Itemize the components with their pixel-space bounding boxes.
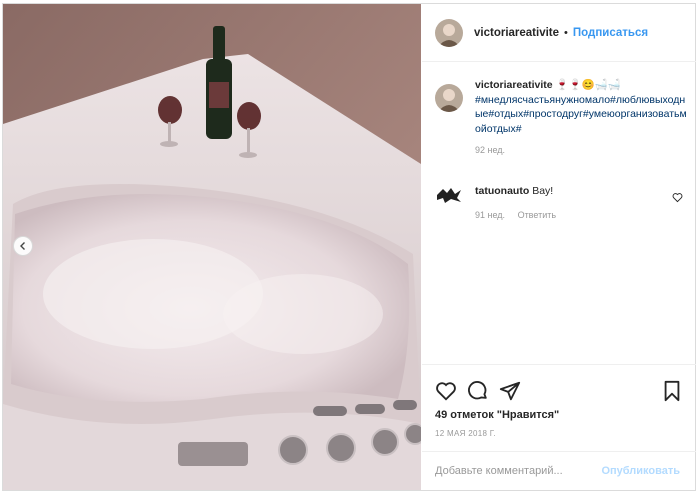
post-photo[interactable] <box>3 4 421 490</box>
comment-item: tatuonauto Вау! 91 нед. Ответить <box>435 184 687 220</box>
caption-emoji: 🍷🍷😊🛁🛁 <box>555 79 621 91</box>
follow-button[interactable]: Подписаться <box>573 27 648 39</box>
commenter-logo-icon[interactable] <box>435 186 463 204</box>
comment-bubble-icon[interactable] <box>467 380 489 402</box>
bathtub-photo-illustration <box>3 4 421 490</box>
action-icons <box>435 380 685 404</box>
comment-age[interactable]: 91 нед. <box>475 210 505 220</box>
carousel-prev-button[interactable] <box>13 236 33 256</box>
avatar[interactable] <box>435 18 463 47</box>
chevron-left-icon <box>20 242 25 250</box>
heart-icon[interactable] <box>435 380 457 402</box>
bookmark-icon[interactable] <box>661 380 683 402</box>
comment-meta: 91 нед. Ответить <box>475 210 687 220</box>
reply-button[interactable]: Ответить <box>518 210 556 220</box>
avatar-image <box>435 18 463 47</box>
add-comment-bar: Добавьте комментарий... Опубликовать <box>422 451 696 490</box>
instagram-post: victoriareativite • Подписаться victoria… <box>2 3 696 491</box>
caption-hashtags[interactable]: #мнедлясчастьянужномало#люблювыходные#от… <box>475 94 687 135</box>
post-header: victoriareativite • Подписаться <box>422 4 696 62</box>
post-side-panel: victoriareativite • Подписаться victoria… <box>422 4 696 490</box>
comment-input[interactable]: Добавьте комментарий... <box>435 465 563 477</box>
avatar-image <box>435 84 463 112</box>
caption-text: victoriareativite 🍷🍷😊🛁🛁 #мнедлясчастьянуж… <box>475 78 687 136</box>
publish-button[interactable]: Опубликовать <box>601 465 680 477</box>
post-date[interactable]: 12 МАЯ 2018 Г. <box>435 429 496 438</box>
comment-body: Вау! <box>532 185 554 197</box>
comment-heart-icon[interactable] <box>672 192 683 203</box>
caption-age[interactable]: 92 нед. <box>475 145 687 155</box>
comment-username[interactable]: tatuonauto <box>475 185 529 197</box>
post-caption: victoriareativite 🍷🍷😊🛁🛁 #мнедлясчастьянуж… <box>435 78 687 155</box>
actions-bar: 49 отметок "Нравится" 12 МАЯ 2018 Г. <box>422 364 696 438</box>
likes-count[interactable]: 49 отметок "Нравится" <box>435 409 559 421</box>
caption-username[interactable]: victoriareativite <box>475 79 553 91</box>
header-separator: • <box>564 26 568 39</box>
comment-text: tatuonauto Вау! <box>475 184 687 198</box>
paper-plane-icon[interactable] <box>499 380 521 402</box>
caption-avatar[interactable] <box>435 84 463 112</box>
header-username[interactable]: victoriareativite <box>474 27 559 39</box>
